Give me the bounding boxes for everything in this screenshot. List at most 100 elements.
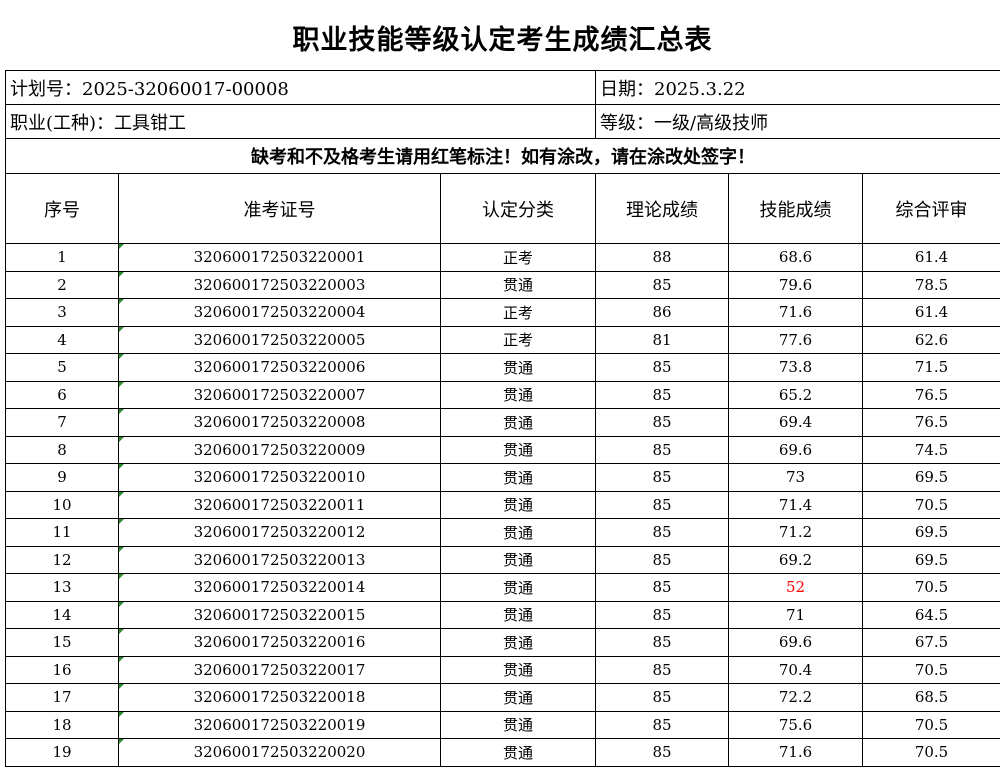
- cell-overall: 78.5: [862, 270, 1000, 299]
- cell-ticket: 320600172503220009: [118, 435, 441, 464]
- cell-ticket: 320600172503220010: [118, 463, 441, 492]
- table-row: 17 320600172503220018 贯通 85 72.2 68.5: [5, 683, 1000, 712]
- table-row: 9 320600172503220010 贯通 85 73 69.5: [5, 463, 1000, 492]
- cell-ticket: 320600172503220018: [118, 683, 441, 712]
- cell-seq: 15: [5, 628, 119, 657]
- cell-ticket: 320600172503220017: [118, 655, 441, 684]
- cell-overall: 68.5: [862, 683, 1000, 712]
- header-ticket: 准考证号: [118, 173, 441, 244]
- cell-category: 贯通: [439, 738, 597, 767]
- cell-seq: 11: [5, 518, 119, 547]
- cell-skill: 71.6: [728, 298, 864, 327]
- cell-category: 贯通: [439, 490, 597, 519]
- cell-overall: 70.5: [862, 655, 1000, 684]
- table-row: 4 320600172503220005 正考 81 77.6 62.6: [5, 325, 1000, 354]
- cell-ticket: 320600172503220005: [118, 325, 441, 354]
- cell-theory: 85: [595, 655, 730, 684]
- header-category: 认定分类: [439, 173, 597, 244]
- header-row: 序号 准考证号 认定分类 理论成绩 技能成绩 综合评审: [5, 173, 1000, 244]
- cell-category: 贯通: [439, 353, 597, 382]
- cell-category: 正考: [439, 325, 597, 354]
- cell-theory: 81: [595, 325, 730, 354]
- cell-ticket: 320600172503220015: [118, 600, 441, 629]
- cell-ticket: 320600172503220014: [118, 573, 441, 602]
- cell-ticket: 320600172503220001: [118, 243, 441, 272]
- cell-seq: 8: [5, 435, 119, 464]
- cell-ticket: 320600172503220016: [118, 628, 441, 657]
- cell-ticket: 320600172503220020: [118, 738, 441, 767]
- cell-category: 贯通: [439, 545, 597, 574]
- cell-skill: 72.2: [728, 683, 864, 712]
- score-table: 计划号：2025-32060017-00008 日期：2025.3.22 职业(…: [4, 70, 1000, 767]
- table-row: 8 320600172503220009 贯通 85 69.6 74.5: [5, 435, 1000, 464]
- cell-overall: 71.5: [862, 353, 1000, 382]
- cell-category: 正考: [439, 298, 597, 327]
- table-row: 12 320600172503220013 贯通 85 69.2 69.5: [5, 545, 1000, 574]
- cell-skill: 70.4: [728, 655, 864, 684]
- cell-theory: 85: [595, 435, 730, 464]
- cell-theory: 85: [595, 738, 730, 767]
- cell-overall: 70.5: [862, 490, 1000, 519]
- certification-level: 等级：一级/高级技师: [595, 104, 1000, 139]
- cell-seq: 7: [5, 408, 119, 437]
- cell-skill: 52: [728, 573, 864, 602]
- cell-category: 贯通: [439, 518, 597, 547]
- cell-ticket: 320600172503220011: [118, 490, 441, 519]
- cell-overall: 69.5: [862, 545, 1000, 574]
- cell-overall: 74.5: [862, 435, 1000, 464]
- cell-seq: 16: [5, 655, 119, 684]
- cell-theory: 85: [595, 490, 730, 519]
- cell-seq: 17: [5, 683, 119, 712]
- cell-seq: 9: [5, 463, 119, 492]
- cell-category: 贯通: [439, 270, 597, 299]
- cell-skill: 73: [728, 463, 864, 492]
- cell-seq: 3: [5, 298, 119, 327]
- notice-row: 缺考和不及格考生请用红笔标注！如有涂改，请在涂改处签字！: [4, 138, 1000, 174]
- exam-date: 日期：2025.3.22: [595, 70, 1000, 105]
- cell-category: 贯通: [439, 710, 597, 739]
- cell-theory: 86: [595, 298, 730, 327]
- cell-skill: 69.4: [728, 408, 864, 437]
- cell-category: 贯通: [439, 435, 597, 464]
- cell-seq: 13: [5, 573, 119, 602]
- cell-category: 贯通: [439, 600, 597, 629]
- cell-ticket: 320600172503220004: [118, 298, 441, 327]
- cell-overall: 69.5: [862, 518, 1000, 547]
- cell-category: 贯通: [439, 463, 597, 492]
- cell-seq: 19: [5, 738, 119, 767]
- cell-overall: 61.4: [862, 243, 1000, 272]
- table-row: 7 320600172503220008 贯通 85 69.4 76.5: [5, 408, 1000, 437]
- cell-category: 贯通: [439, 628, 597, 657]
- table-row: 10 320600172503220011 贯通 85 71.4 70.5: [5, 490, 1000, 519]
- cell-skill: 69.6: [728, 628, 864, 657]
- cell-theory: 85: [595, 683, 730, 712]
- table-row: 19 320600172503220020 贯通 85 71.6 70.5: [5, 738, 1000, 767]
- header-overall: 综合评审: [862, 173, 1000, 244]
- cell-overall: 70.5: [862, 573, 1000, 602]
- cell-seq: 14: [5, 600, 119, 629]
- cell-overall: 67.5: [862, 628, 1000, 657]
- cell-theory: 85: [595, 710, 730, 739]
- table-row: 11 320600172503220012 贯通 85 71.2 69.5: [5, 518, 1000, 547]
- cell-skill: 71.2: [728, 518, 864, 547]
- cell-theory: 85: [595, 628, 730, 657]
- cell-skill: 65.2: [728, 380, 864, 409]
- table-row: 16 320600172503220017 贯通 85 70.4 70.5: [5, 655, 1000, 684]
- cell-category: 贯通: [439, 683, 597, 712]
- cell-skill: 73.8: [728, 353, 864, 382]
- cell-overall: 70.5: [862, 710, 1000, 739]
- table-row: 15 320600172503220016 贯通 85 69.6 67.5: [5, 628, 1000, 657]
- cell-seq: 4: [5, 325, 119, 354]
- cell-overall: 64.5: [862, 600, 1000, 629]
- cell-overall: 76.5: [862, 380, 1000, 409]
- cell-seq: 2: [5, 270, 119, 299]
- cell-skill: 71: [728, 600, 864, 629]
- cell-ticket: 320600172503220019: [118, 710, 441, 739]
- cell-theory: 85: [595, 573, 730, 602]
- notice-text: 缺考和不及格考生请用红笔标注！如有涂改，请在涂改处签字！: [4, 138, 1000, 174]
- cell-theory: 88: [595, 243, 730, 272]
- cell-ticket: 320600172503220007: [118, 380, 441, 409]
- cell-category: 正考: [439, 243, 597, 272]
- cell-theory: 85: [595, 600, 730, 629]
- meta-row-plan: 计划号：2025-32060017-00008 日期：2025.3.22: [4, 70, 1000, 105]
